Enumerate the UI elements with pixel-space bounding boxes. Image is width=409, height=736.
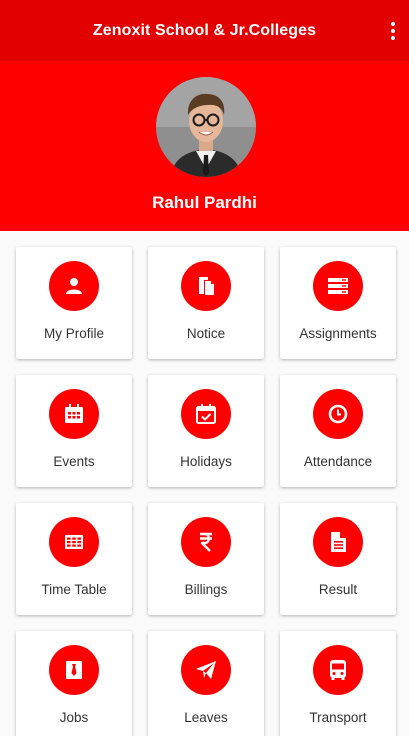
menu-tile-label: Leaves [184, 710, 228, 725]
menu-tile-label: Transport [309, 710, 367, 725]
notice-icon [199, 277, 214, 295]
menu-tile-time-table[interactable]: Time Table [16, 503, 132, 615]
menu-grid: My Profile Notice Assignments Events Hol… [16, 247, 397, 736]
assignments-icon [328, 278, 348, 294]
bus-icon [330, 660, 346, 680]
calendar-icon [65, 404, 83, 423]
profile-header: Rahul Pardhi [0, 61, 409, 231]
menu-tile-label: Time Table [41, 582, 107, 597]
menu-tile-label: My Profile [43, 326, 104, 341]
menu-tile-notice[interactable]: Notice [148, 247, 264, 359]
menu-tile-label: Notice [186, 326, 226, 341]
menu-tile-label: Result [318, 582, 358, 597]
menu-tile-events[interactable]: Events [16, 375, 132, 487]
clock-icon [328, 404, 348, 424]
table-icon [65, 535, 83, 549]
avatar[interactable] [156, 77, 256, 177]
menu-tile-jobs[interactable]: Jobs [16, 631, 132, 736]
menu-tile-result[interactable]: Result [280, 503, 396, 615]
menu-tile-my-profile[interactable]: My Profile [16, 247, 132, 359]
menu-tile-attendance[interactable]: Attendance [280, 375, 396, 487]
menu-tile-label: Attendance [303, 454, 373, 469]
menu-tile-assignments[interactable]: Assignments [280, 247, 396, 359]
menu-tile-label: Events [53, 454, 95, 469]
paper-plane-icon [196, 661, 216, 679]
person-icon [66, 278, 82, 294]
more-vert-icon[interactable] [383, 18, 403, 44]
menu-tile-label: Jobs [59, 710, 89, 725]
menu-tile-label: Billings [184, 582, 228, 597]
menu-tile-label: Assignments [299, 326, 377, 341]
user-name: Rahul Pardhi [152, 193, 257, 212]
menu-tile-label: Holidays [180, 454, 232, 469]
app-bar: Zenoxit School & Jr.Colleges [0, 0, 409, 61]
document-icon [331, 532, 346, 552]
rupee-icon [200, 532, 212, 552]
menu-tile-billings[interactable]: Billings [148, 503, 264, 615]
menu-tile-transport[interactable]: Transport [280, 631, 396, 736]
calendar-check-icon [196, 404, 216, 424]
avatar-image [156, 77, 256, 177]
menu-tile-leaves[interactable]: Leaves [148, 631, 264, 736]
app-title: Zenoxit School & Jr.Colleges [92, 21, 317, 39]
menu-tile-holidays[interactable]: Holidays [148, 375, 264, 487]
tie-icon [66, 661, 82, 679]
